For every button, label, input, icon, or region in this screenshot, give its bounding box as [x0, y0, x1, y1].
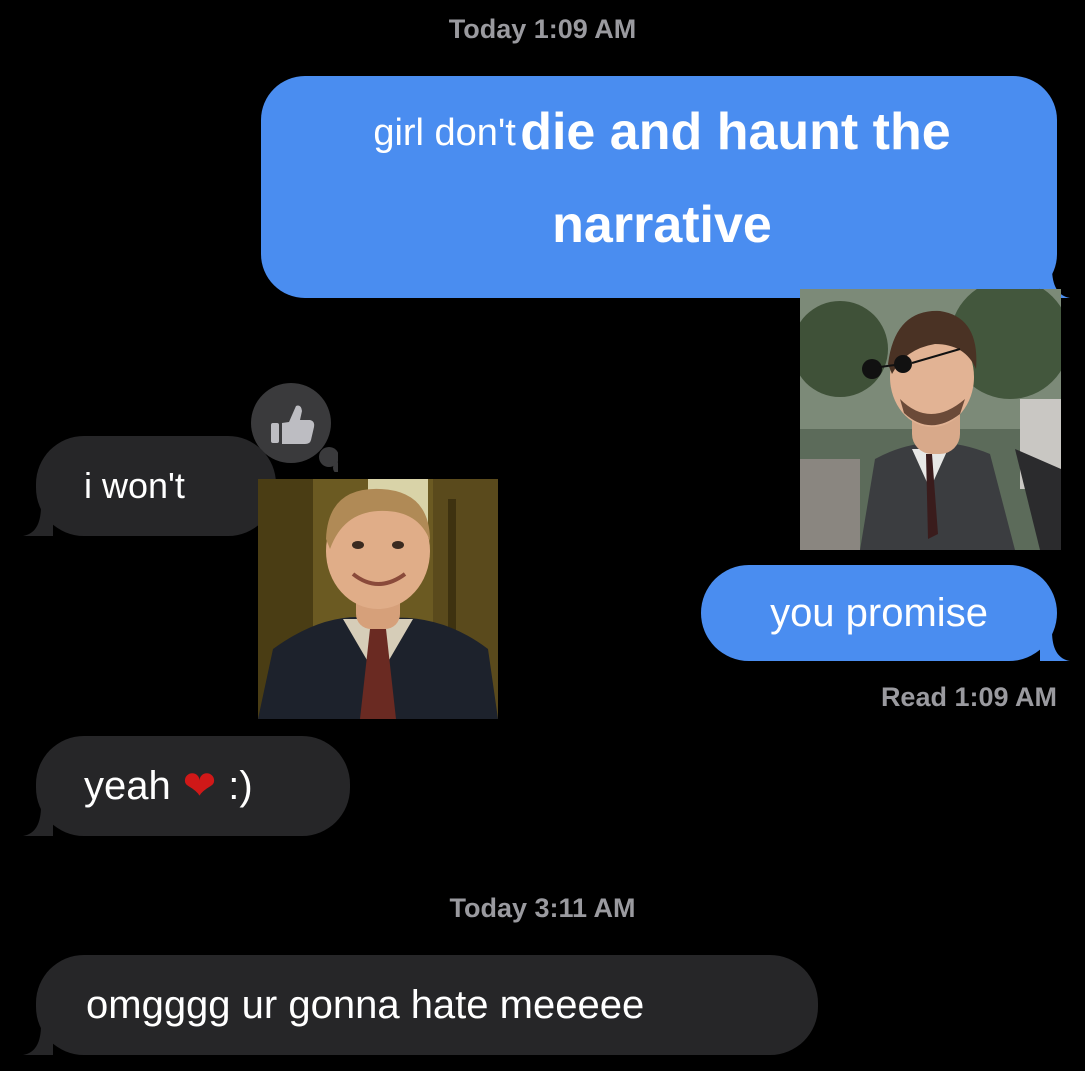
incoming-message-bubble[interactable]: omgggg ur gonna hate meeeee	[23, 955, 818, 1055]
outgoing-message-bubble[interactable]: you promise	[701, 565, 1070, 661]
incoming-message-bubble[interactable]: yeah ❤ :)	[23, 736, 350, 836]
outgoing-message-bubble[interactable]: girl don't die and haunt the narrative	[261, 76, 1070, 298]
heart-icon: ❤	[182, 764, 217, 808]
smiling-man-in-suit-photo	[258, 479, 498, 719]
bubble-tail	[1040, 631, 1070, 661]
message-text: omgggg ur gonna hate meeeee	[86, 982, 645, 1027]
message-text-large: narrative	[552, 196, 772, 254]
message-text: girl don't die and haunt the narrative	[295, 92, 1029, 278]
man-with-round-sunglasses-photo	[800, 289, 1061, 550]
message-text-large: die and haunt the	[520, 103, 951, 161]
bubble-tail	[23, 806, 53, 836]
message-text-small: girl don't	[373, 112, 516, 154]
read-receipt: Read 1:09 AM	[880, 682, 1057, 712]
incoming-message-bubble[interactable]: i won't	[23, 436, 276, 536]
message-text: i won't	[84, 465, 185, 506]
timestamp-header: Today 3:11 AM	[449, 893, 636, 923]
timestamp-header: Today 1:09 AM	[448, 14, 637, 44]
bubble-tail	[23, 1025, 53, 1055]
message-text: you promise	[770, 590, 988, 635]
message-text: :)	[228, 763, 253, 808]
bubble-tail	[23, 506, 53, 536]
message-text: yeah	[84, 763, 171, 808]
